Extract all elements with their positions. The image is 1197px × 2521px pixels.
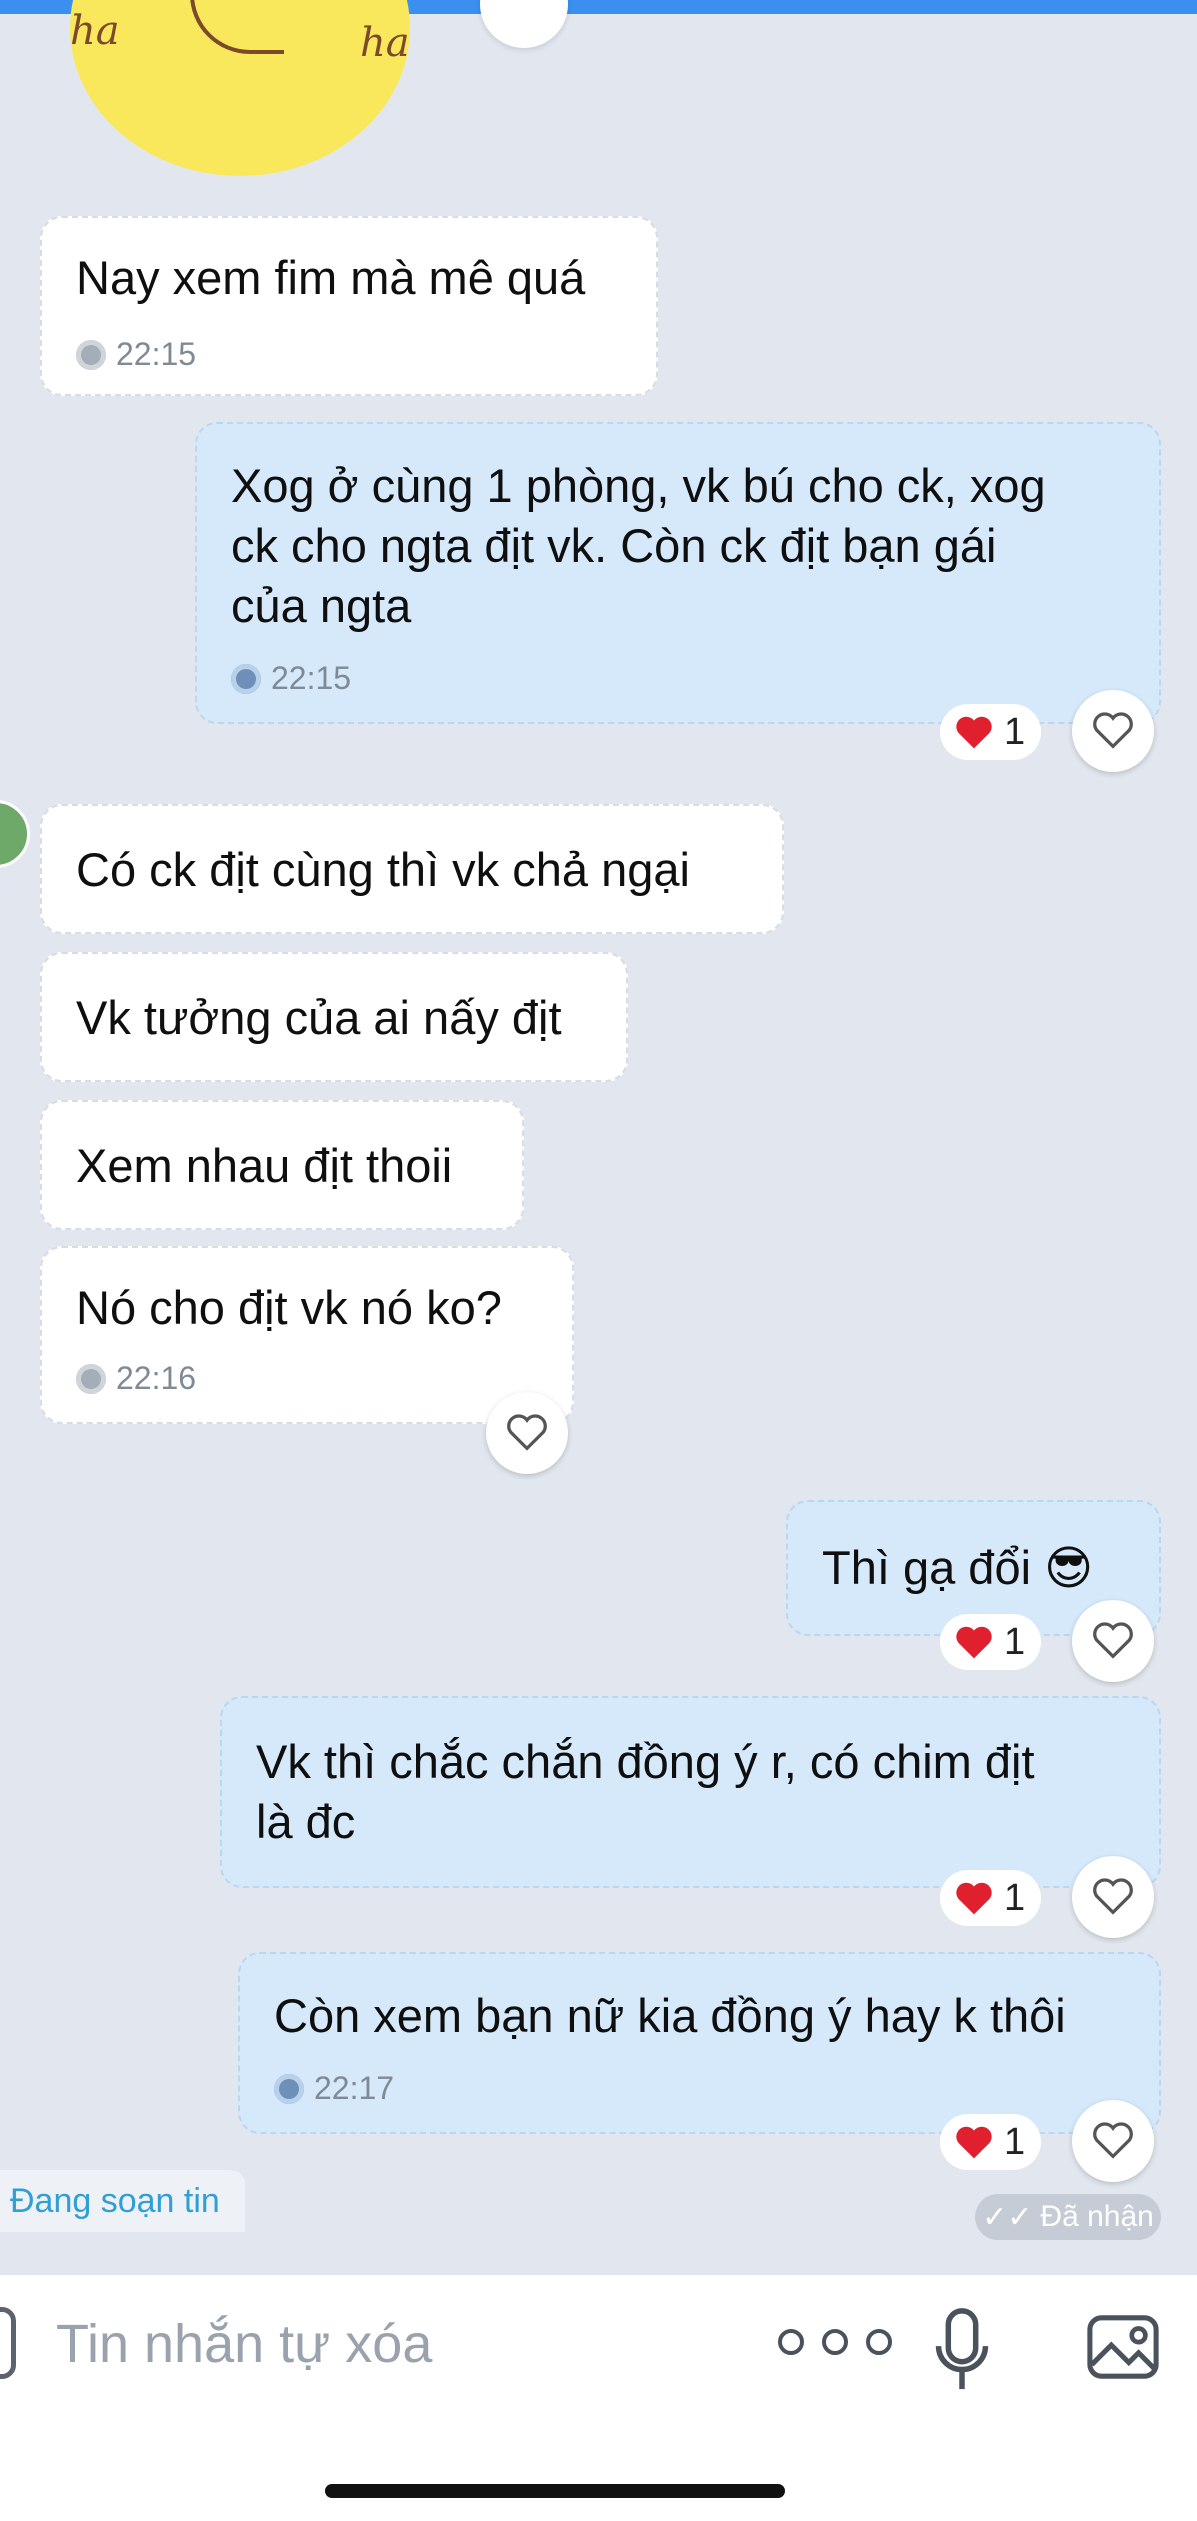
reaction-count-badge[interactable]: 1: [940, 1614, 1042, 1670]
message-text-line: ck cho ngta địt vk. Còn ck địt bạn gái: [231, 519, 997, 572]
heart-reaction-button[interactable]: [1072, 1856, 1154, 1938]
sticker-ha-right: ha: [360, 20, 410, 66]
message-time: 22:16: [76, 1360, 196, 1397]
reaction-count-badge[interactable]: 1: [940, 704, 1042, 760]
message-text-line: của ngta: [231, 579, 412, 632]
heart-icon: [956, 716, 992, 749]
heart-outline-icon: [507, 1414, 547, 1451]
clock-icon: [76, 1363, 106, 1394]
heart-icon: [956, 2126, 992, 2159]
heart-outline-icon: [1093, 2122, 1133, 2159]
image-icon[interactable]: [1086, 2313, 1160, 2381]
heart-icon: [956, 1882, 992, 1915]
message-bubble-incoming[interactable]: Có ck địt cùng thì vk chả ngại: [40, 804, 784, 934]
message-text-line: là đc: [256, 1795, 356, 1848]
emoji-icon[interactable]: [0, 2307, 16, 2379]
heart-icon: [956, 1626, 992, 1659]
heart-outline-icon: [1093, 712, 1133, 749]
home-indicator: [325, 2484, 785, 2498]
heart-reaction-button[interactable]: [1072, 2100, 1154, 2182]
message-input[interactable]: Tin nhắn tự xóa: [56, 2313, 432, 2375]
message-text: Vk tưởng của ai nấy địt: [76, 991, 562, 1044]
message-time: 22:15: [231, 660, 351, 697]
message-time: 22:15: [76, 336, 196, 373]
more-icon[interactable]: [778, 2329, 902, 2359]
message-text-line: Vk thì chắc chắn đồng ý r, có chim địt: [256, 1735, 1035, 1788]
message-time: 22:17: [274, 2070, 394, 2107]
clock-icon: [76, 339, 106, 370]
message-text: Thì gạ đổi 😎: [822, 1541, 1094, 1594]
clock-icon: [231, 663, 261, 694]
heart-reaction-button[interactable]: [1072, 690, 1154, 772]
microphone-icon[interactable]: [934, 2307, 990, 2393]
message-bubble-outgoing[interactable]: Xog ở cùng 1 phòng, vk bú cho ck, xog ck…: [195, 422, 1161, 724]
message-bubble-incoming[interactable]: Vk tưởng của ai nấy địt: [40, 952, 628, 1082]
message-composer: Tin nhắn tự xóa: [0, 2275, 1197, 2521]
delivered-status-badge: ✓✓ Đã nhận: [975, 2194, 1161, 2240]
sticker-hand: [190, 0, 284, 54]
message-bubble-incoming[interactable]: Xem nhau địt thoii: [40, 1100, 524, 1230]
message-text: Còn xem bạn nữ kia đồng ý hay k thôi: [274, 1989, 1066, 2042]
sticker-image[interactable]: ha ha: [70, 0, 410, 176]
message-text: Xem nhau địt thoii: [76, 1139, 453, 1192]
message-bubble-incoming[interactable]: Nay xem fim mà mê quá 22:15: [40, 216, 658, 396]
message-bubble-outgoing[interactable]: Còn xem bạn nữ kia đồng ý hay k thôi 22:…: [238, 1952, 1161, 2134]
clock-icon: [274, 2073, 304, 2104]
message-text-line: Xog ở cùng 1 phòng, vk bú cho ck, xog: [231, 459, 1046, 512]
heart-outline-icon: [1093, 1878, 1133, 1915]
heart-reaction-button[interactable]: [1072, 1600, 1154, 1682]
sticker-ha-left: ha: [70, 8, 120, 54]
heart-reaction-button[interactable]: [486, 1392, 568, 1474]
message-text: Nay xem fim mà mê quá: [76, 251, 586, 304]
heart-reaction-button[interactable]: [480, 0, 568, 48]
avatar[interactable]: [0, 800, 30, 868]
reaction-count-badge[interactable]: 1: [940, 1870, 1042, 1926]
heart-outline-icon: [1093, 1622, 1133, 1659]
message-text: Nó cho địt vk nó ko?: [76, 1281, 502, 1334]
message-bubble-outgoing[interactable]: Vk thì chắc chắn đồng ý r, có chim địt l…: [220, 1696, 1161, 1888]
double-check-icon: ✓✓: [982, 2200, 1033, 2234]
message-bubble-incoming[interactable]: Nó cho địt vk nó ko? 22:16: [40, 1246, 574, 1424]
typing-indicator: Đang soạn tin: [0, 2170, 245, 2232]
reaction-count-badge[interactable]: 1: [940, 2114, 1042, 2170]
message-text: Có ck địt cùng thì vk chả ngại: [76, 843, 690, 896]
